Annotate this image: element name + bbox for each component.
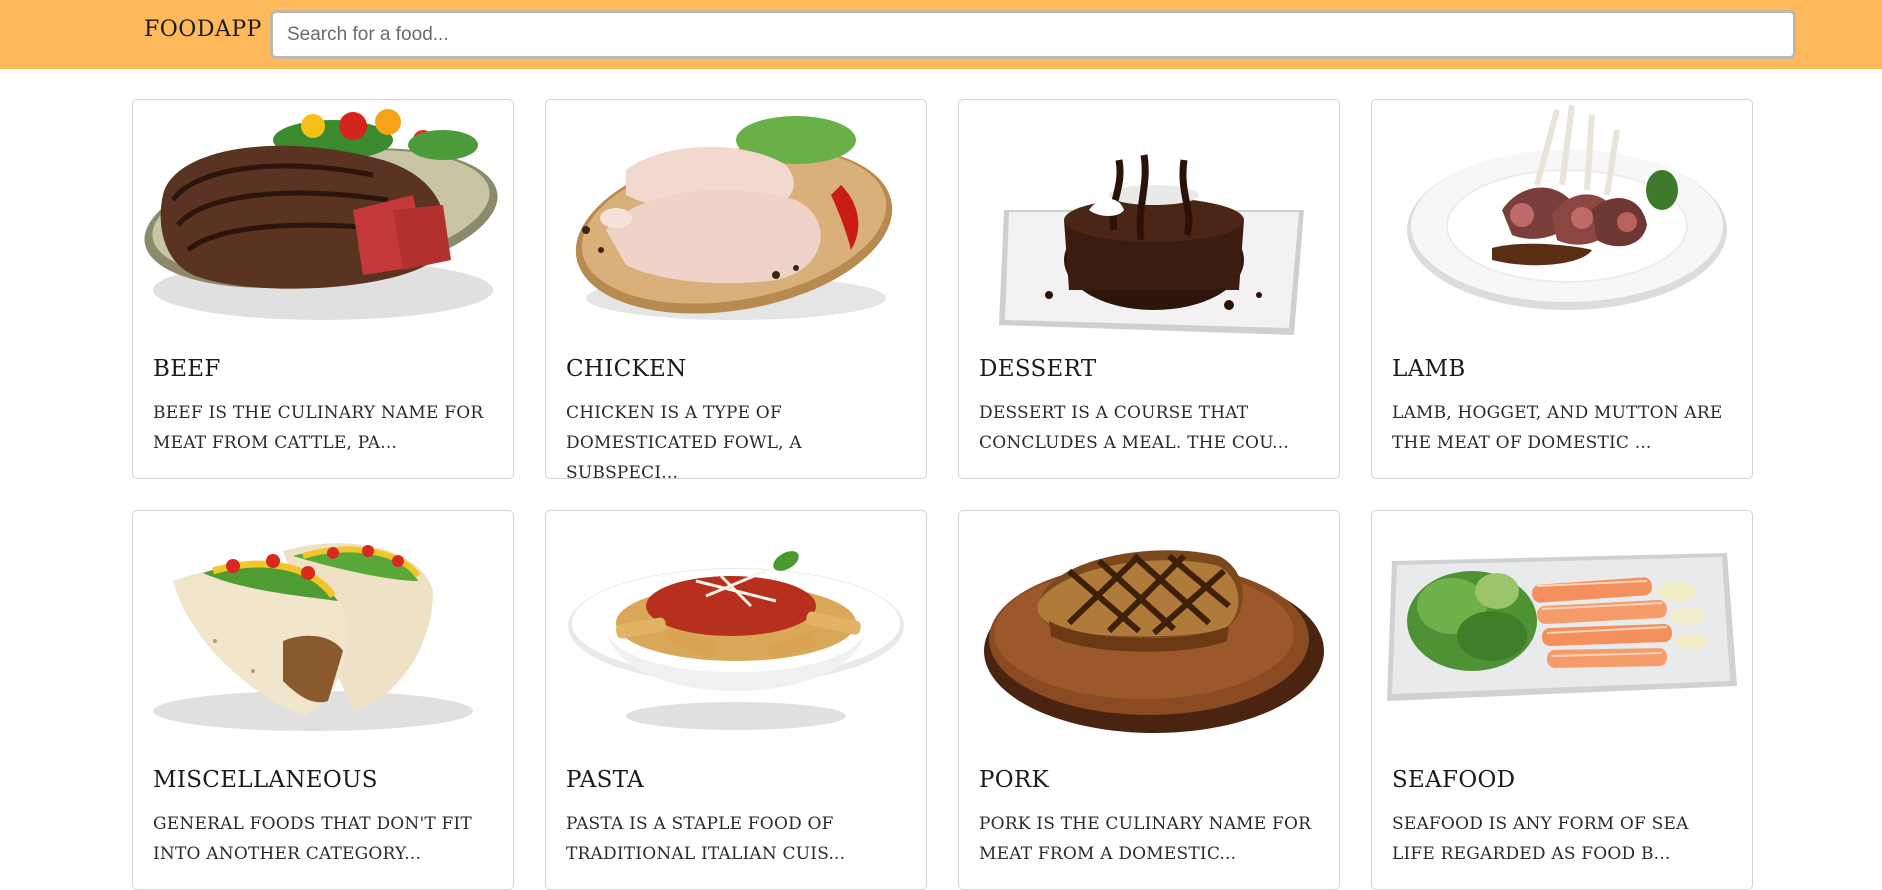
chicken-image — [575, 116, 893, 320]
tacos-image — [153, 543, 473, 731]
search-input[interactable] — [270, 10, 1796, 59]
category-card-pork[interactable]: PORK PORK IS THE CULINARY NAME FOR MEAT … — [958, 510, 1340, 890]
dessert-image — [999, 104, 1304, 335]
category-card-pasta[interactable]: PASTA PASTA IS A STAPLE FOOD OF TRADITIO… — [545, 510, 927, 890]
pasta-image — [568, 551, 904, 730]
pork-image — [984, 550, 1324, 733]
card-description: SEAFOOD IS ANY FORM OF SEA LIFE REGARDED… — [1392, 814, 1689, 864]
navbar: FOODAPP — [0, 0, 1882, 69]
card-title: MISCELLANEOUS — [153, 767, 378, 793]
card-title: DESSERT — [979, 356, 1097, 382]
card-description: PASTA IS A STAPLE FOOD OF TRADITIONAL IT… — [566, 814, 846, 864]
category-card-seafood[interactable]: SEAFOOD SEAFOOD IS ANY FORM OF SEA LIFE … — [1371, 510, 1753, 890]
category-card-chicken[interactable]: CHICKEN CHICKEN IS A TYPE OF DOMESTICATE… — [545, 99, 927, 479]
card-title: PASTA — [566, 767, 644, 793]
category-card-lamb[interactable]: LAMB LAMB, HOGGET, AND MUTTON ARE THE ME… — [1371, 99, 1753, 479]
card-description: DESSERT IS A COURSE THAT CONCLUDES A MEA… — [979, 403, 1289, 453]
card-description: GENERAL FOODS THAT DON'T FIT INTO ANOTHE… — [153, 814, 472, 864]
lamb-image — [1407, 104, 1727, 310]
category-card-dessert[interactable]: DESSERT DESSERT IS A COURSE THAT CONCLUD… — [958, 99, 1340, 479]
card-description: CHICKEN IS A TYPE OF DOMESTICATED FOWL, … — [566, 403, 802, 479]
category-card-beef[interactable]: BEEF BEEF IS THE CULINARY NAME FOR MEAT … — [132, 99, 514, 479]
card-title: PORK — [979, 767, 1050, 793]
card-title: LAMB — [1392, 356, 1466, 382]
card-description: PORK IS THE CULINARY NAME FOR MEAT FROM … — [979, 814, 1312, 864]
category-card-miscellaneous[interactable]: MISCELLANEOUS GENERAL FOODS THAT DON'T F… — [132, 510, 514, 890]
card-description: LAMB, HOGGET, AND MUTTON ARE THE MEAT OF… — [1392, 403, 1723, 453]
card-description: BEEF IS THE CULINARY NAME FOR MEAT FROM … — [153, 403, 484, 453]
seafood-image — [1387, 553, 1737, 701]
beef-steak-image — [144, 109, 498, 320]
brand-logo[interactable]: FOODAPP — [144, 17, 262, 42]
card-title: SEAFOOD — [1392, 767, 1516, 793]
card-title: CHICKEN — [566, 356, 687, 382]
card-title: BEEF — [153, 356, 221, 382]
category-grid: BEEF BEEF IS THE CULINARY NAME FOR MEAT … — [132, 99, 1753, 890]
